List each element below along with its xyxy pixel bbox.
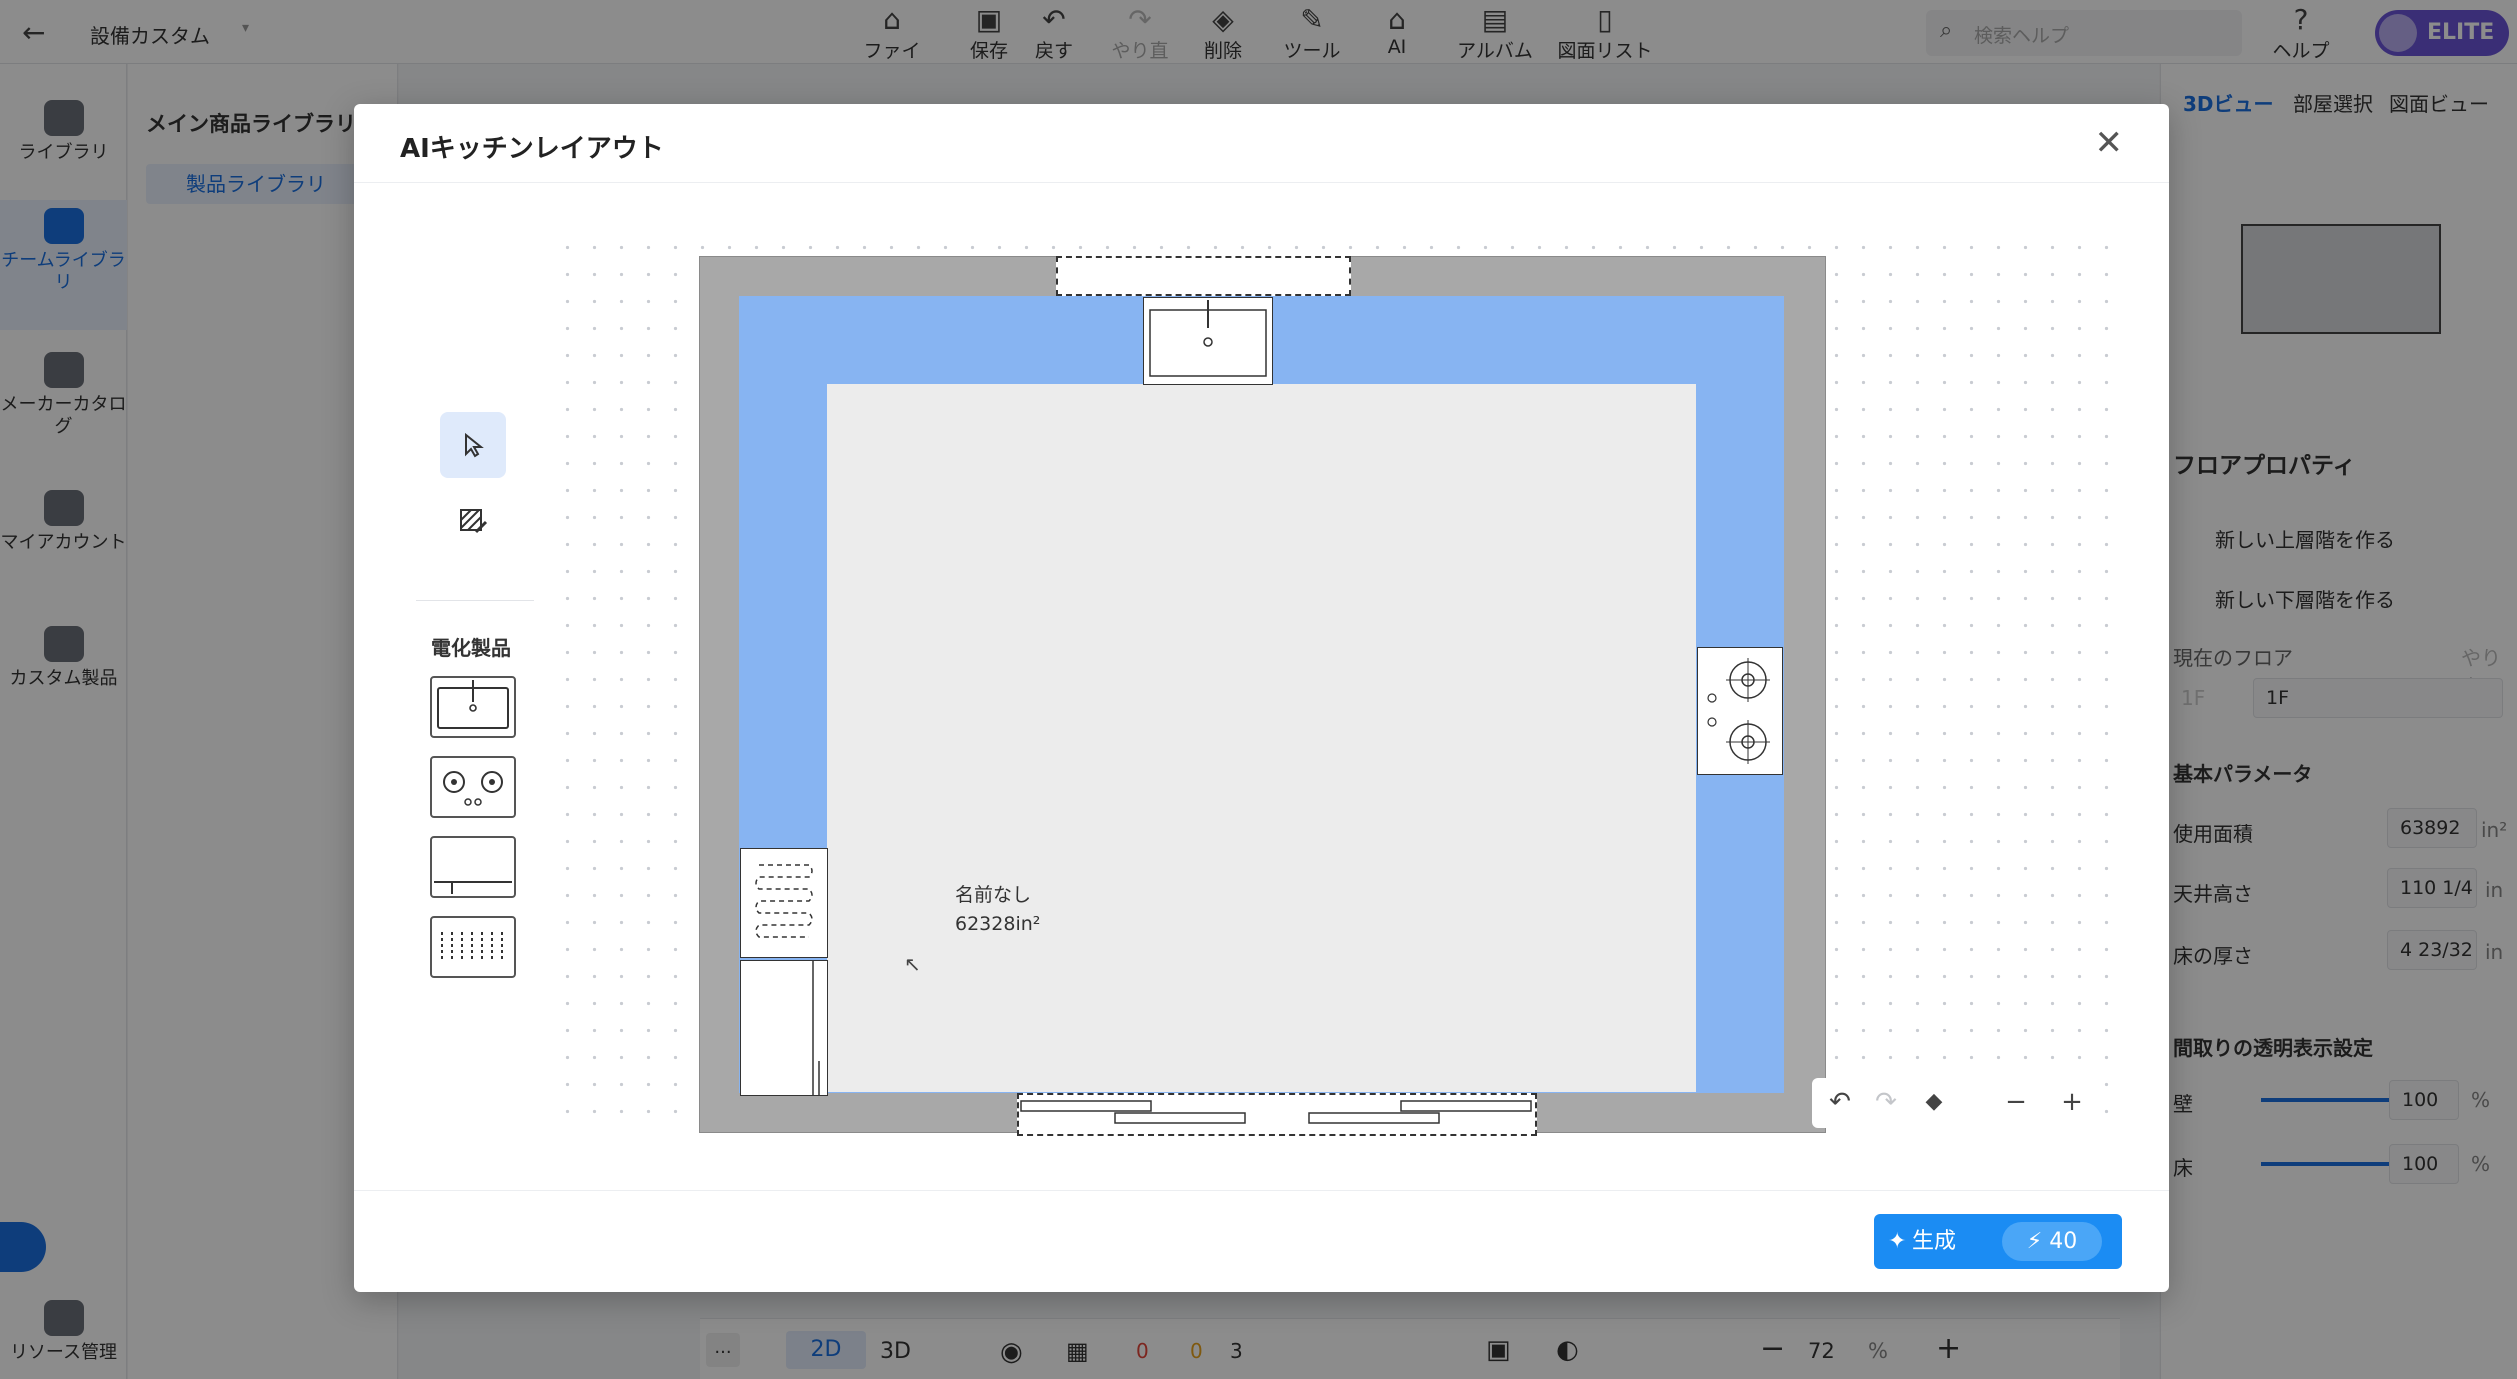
tall-cabinet[interactable] — [740, 960, 828, 1096]
ai-kitchen-layout-dialog: AIキッチンレイアウト ✕ 電化製品 名前なし 62328in² ↖ ↶ ↷ ◆… — [354, 104, 2169, 1292]
window-bottom[interactable] — [1017, 1093, 1537, 1136]
dishwasher-appliance[interactable] — [740, 848, 828, 958]
stove-icon — [1707, 658, 1770, 764]
room-name-label: 名前なし — [955, 884, 1032, 906]
dishwasher-icon — [755, 864, 813, 938]
canvas-toolbar: ↶ ↷ ◆ − + — [1812, 1078, 2102, 1128]
window-top[interactable] — [1056, 256, 1351, 296]
cabinet-icon — [812, 961, 820, 1095]
select-tool-button[interactable] — [440, 412, 506, 478]
sink-appliance[interactable] — [1143, 297, 1273, 385]
stove-icon — [443, 771, 503, 806]
stove-appliance[interactable] — [1697, 647, 1783, 775]
sink-item[interactable] — [430, 676, 516, 738]
generate-label: 生成 — [1912, 1229, 1957, 1254]
cursor-icon — [465, 432, 484, 458]
dialog-title: AIキッチンレイアウト — [400, 134, 664, 164]
dishwasher-icon — [441, 932, 503, 962]
credit-value: 40 — [2049, 1229, 2078, 1254]
cabinet-icon — [434, 881, 512, 894]
header-divider — [354, 182, 2169, 183]
sink-icon — [1149, 300, 1267, 377]
zoom-in-icon[interactable]: + — [2056, 1086, 2088, 1118]
room-area-label: 62328in² — [955, 913, 1041, 935]
bolt-icon: ⚡ — [2026, 1229, 2043, 1254]
area-tool-button[interactable] — [440, 488, 506, 554]
cabinet-item[interactable] — [430, 836, 516, 898]
generate-button[interactable]: ✦ 生成 ⚡ 40 — [1874, 1214, 2122, 1269]
stove-item[interactable] — [430, 756, 516, 818]
redo-icon[interactable]: ↷ — [1870, 1086, 1902, 1118]
palette-category: 電化製品 — [431, 636, 511, 660]
sparkle-icon: ✦ — [1888, 1229, 1907, 1254]
undo-icon[interactable]: ↶ — [1824, 1086, 1856, 1118]
credit-cost: ⚡ 40 — [2002, 1222, 2102, 1261]
hatch-icon — [460, 509, 488, 534]
sink-icon — [437, 680, 509, 729]
palette-divider — [416, 600, 534, 601]
mouse-cursor-icon: ↖ — [904, 952, 921, 976]
zoom-out-icon[interactable]: − — [2000, 1086, 2032, 1118]
eraser-icon[interactable]: ◆ — [1918, 1086, 1950, 1118]
dishwasher-item[interactable] — [430, 916, 516, 978]
room-floor[interactable] — [827, 384, 1696, 1092]
window-bottom-frame — [1020, 1100, 1532, 1124]
footer-divider — [354, 1190, 2169, 1191]
close-icon[interactable]: ✕ — [2095, 126, 2124, 160]
